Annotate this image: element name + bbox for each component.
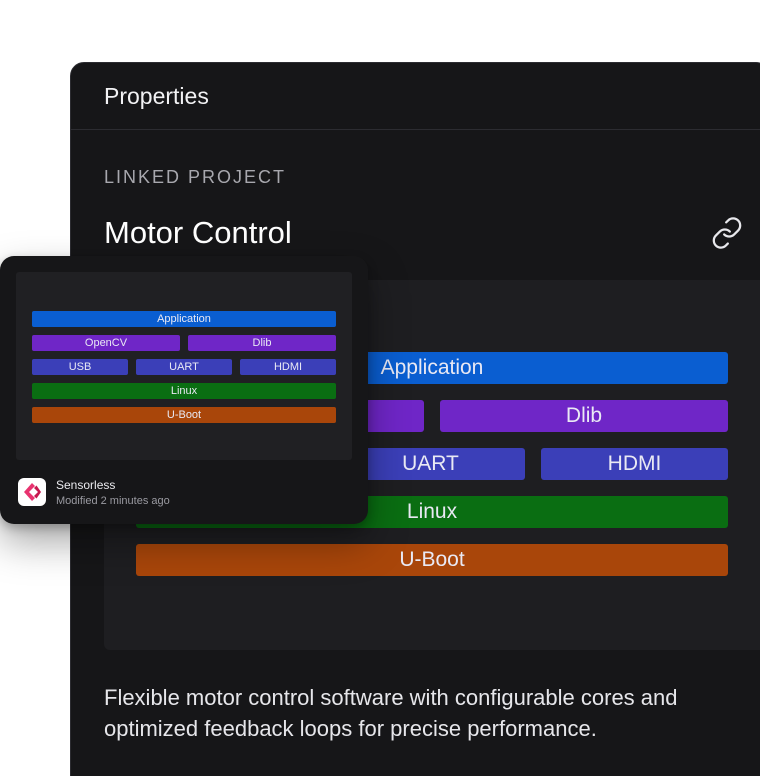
project-description: Flexible motor control software with con…	[104, 685, 678, 741]
mini-layer-uboot: U-Boot	[32, 407, 336, 423]
stage: Properties LINKED PROJECT Motor Control …	[0, 0, 760, 776]
card-modified-time: Modified 2 minutes ago	[56, 495, 170, 507]
layer-hdmi: HDMI	[541, 448, 728, 480]
layer-uboot: U-Boot	[136, 544, 728, 576]
layer-dlib: Dlib	[440, 400, 728, 432]
mini-layer-hdmi: HDMI	[240, 359, 336, 375]
link-button[interactable]	[707, 213, 747, 253]
mini-layer-application: Application	[32, 311, 336, 327]
card-project-name: Sensorless	[56, 478, 116, 492]
mini-layer-dlib: Dlib	[188, 335, 336, 351]
mini-layer-linux: Linux	[32, 383, 336, 399]
project-name[interactable]: Motor Control	[104, 215, 292, 251]
mini-layer-uart: UART	[136, 359, 232, 375]
link-icon	[712, 217, 742, 249]
sensorless-logo-icon	[18, 478, 46, 506]
panel-title: Properties	[104, 83, 209, 109]
section-label: LINKED PROJECT	[104, 167, 287, 187]
panel-header: Properties	[71, 63, 760, 130]
mini-layer-opencv: OpenCV	[32, 335, 180, 351]
project-thumbnail[interactable]: Application OpenCV Dlib USB UART HDMI Li…	[16, 272, 352, 460]
mini-layer-usb: USB	[32, 359, 128, 375]
